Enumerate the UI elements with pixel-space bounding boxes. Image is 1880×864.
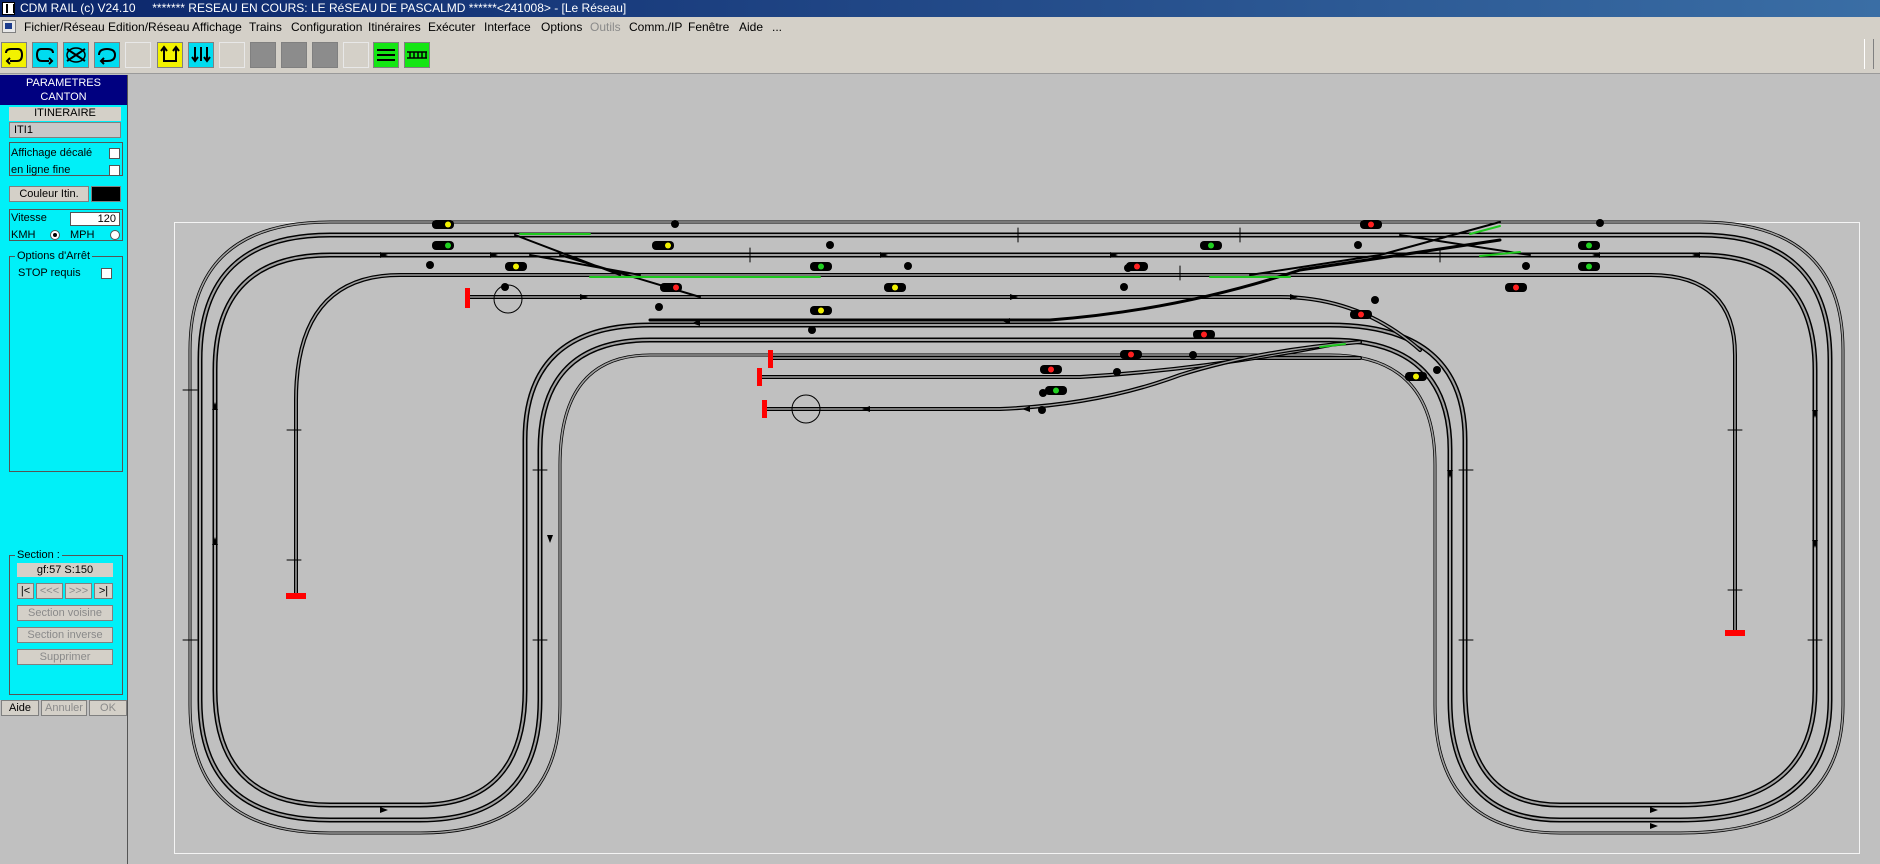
menu-trains[interactable]: Trains [249,20,282,34]
window-title: CDM RAIL (c) V24.10 ******* RESEAU EN CO… [20,1,627,15]
menu-options[interactable]: Options [541,20,582,34]
menu-comm-ip[interactable]: Comm./IP [629,20,682,34]
panel-footer: Aide Annuler OK [0,700,128,864]
shifted-display-checkbox[interactable] [109,148,120,159]
title-bar: CDM RAIL (c) V24.10 ******* RESEAU EN CO… [0,0,1880,17]
document-icon[interactable] [2,20,16,33]
signal [1578,262,1600,271]
menu-more[interactable]: ... [772,20,782,34]
route-down-icon[interactable] [188,42,214,68]
signal [810,262,832,271]
menu-configuration[interactable]: Configuration [291,20,362,34]
block-parameters-panel: PARAMETRES CANTON ITINERAIRE ITI1 Affich… [0,75,128,700]
signal [1045,386,1067,395]
panel-header: PARAMETRES CANTON [0,75,127,105]
stop-options-label: Options d'Arrêt [15,250,93,262]
reverse-section-button[interactable]: Section inverse [17,627,113,643]
menu-bar: Fichier/Réseau Edition/Réseau Affichage … [0,17,1880,37]
stop-required-label: STOP requis [18,267,81,279]
menu-executer[interactable]: Exécuter [428,20,475,34]
signal [1200,241,1222,250]
signal [432,241,454,250]
ok-button[interactable]: OK [89,700,127,716]
toolbar-grip [1864,39,1874,69]
menu-fichier-reseau[interactable]: Fichier/Réseau [24,20,105,34]
speed-label: Vitesse [11,212,47,224]
itinerary-field[interactable]: ITI1 [9,122,121,138]
thin-line-label: en ligne fine [11,164,71,176]
block-icon[interactable] [250,42,276,68]
cancel-button[interactable]: Annuler [41,700,87,716]
rail-icon[interactable] [404,42,430,68]
itinerary-label: ITINERAIRE [9,107,121,121]
toolbar-spacer [125,42,151,68]
kmh-label: KMH [11,229,36,241]
delete-button[interactable]: Supprimer [17,649,113,665]
block-icon[interactable] [281,42,307,68]
signal [1193,330,1215,339]
kmh-radio[interactable] [50,230,60,240]
signal [1040,365,1062,374]
menu-affichage[interactable]: Affichage [192,20,242,34]
toolbar [0,37,1880,74]
section-label: Section : [15,549,62,561]
reverse-loop-icon[interactable] [32,42,58,68]
nav-first-button[interactable]: |< [17,583,34,599]
signal [1350,310,1372,319]
thin-line-checkbox[interactable] [109,165,120,176]
multi-track-icon[interactable] [373,42,399,68]
track-layout-canvas[interactable] [131,76,1880,864]
inner-loop-track[interactable] [188,220,1845,835]
nav-prev-button[interactable]: <<< [36,583,63,599]
block-icon[interactable] [312,42,338,68]
signal [1405,372,1427,381]
signal [432,220,454,229]
menu-outils[interactable]: Outils [590,20,621,34]
menu-fenetre[interactable]: Fenêtre [688,20,729,34]
section-ticks [182,227,1823,641]
route-color-swatch[interactable] [91,186,121,202]
mph-radio[interactable] [110,230,120,240]
menu-edition-reseau[interactable]: Edition/Réseau [108,20,189,34]
signal [660,283,682,292]
panel-title-line2: CANTON [40,91,87,103]
panel-title-line1: PARAMETRES [26,77,101,89]
signal [810,306,832,315]
toolbar-spacer [343,42,369,68]
switch-markers[interactable] [426,219,1604,414]
app-icon[interactable] [2,2,15,15]
signal [1505,283,1527,292]
shifted-display-label: Affichage décalé [11,147,93,159]
signal [505,262,527,271]
stop-required-checkbox[interactable] [101,268,112,279]
route-color-button[interactable]: Couleur Itin. [9,186,89,202]
menu-interface[interactable]: Interface [484,20,531,34]
nav-next-button[interactable]: >>> [65,583,92,599]
crossed-loop-icon[interactable] [63,42,89,68]
speed-input[interactable]: 120 [70,212,120,226]
signal [1120,350,1142,359]
signal [652,241,674,250]
nav-last-button[interactable]: >| [94,583,113,599]
neighbor-section-button[interactable]: Section voisine [17,605,113,621]
help-button[interactable]: Aide [1,700,39,716]
section-value: gf:57 S:150 [17,563,113,577]
loop-icon[interactable] [1,42,27,68]
left-spur-track[interactable] [294,273,1737,634]
signal [1578,241,1600,250]
route-up-icon[interactable] [157,42,183,68]
return-loop-icon[interactable] [94,42,120,68]
signal [884,283,906,292]
menu-itineraires[interactable]: Itinéraires [368,20,421,34]
mph-label: MPH [70,229,95,241]
toolbar-spacer [219,42,245,68]
stop-options-box [9,256,123,472]
signal [1360,220,1382,229]
menu-aide[interactable]: Aide [739,20,763,34]
